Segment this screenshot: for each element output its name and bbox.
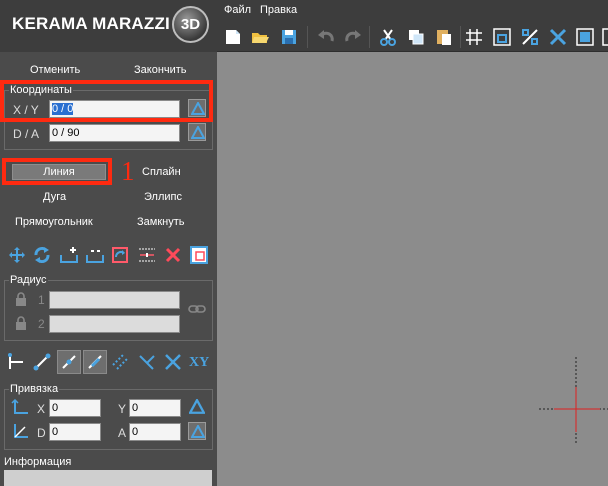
- da-apply-button[interactable]: [188, 123, 206, 141]
- snap-y-input[interactable]: 0: [129, 399, 181, 417]
- cut-icon[interactable]: [378, 27, 398, 47]
- xy-snap-icon[interactable]: XY: [189, 355, 209, 371]
- frame-icon[interactable]: [575, 27, 595, 47]
- move-icon[interactable]: [7, 245, 27, 265]
- copy-icon[interactable]: [406, 27, 426, 47]
- snap-endpoints-icon[interactable]: [32, 352, 52, 372]
- radius-2-input[interactable]: [49, 315, 180, 333]
- highlight-box-coordinates: [0, 80, 213, 122]
- snap-x-label: X: [37, 402, 46, 416]
- save-icon[interactable]: [279, 27, 299, 47]
- triangle-icon: [191, 425, 205, 438]
- undo-icon[interactable]: [316, 27, 336, 47]
- close-icon[interactable]: [548, 27, 568, 47]
- triangle-icon: [191, 126, 205, 139]
- left-panel: KERAMA MARAZZI 3D Отменить Закончить Коо…: [0, 0, 240, 486]
- da-input[interactable]: 0 / 90: [49, 124, 180, 142]
- new-file-icon[interactable]: [223, 27, 243, 47]
- radius-1-input[interactable]: [49, 291, 180, 309]
- snap-perpendicular-icon[interactable]: [6, 352, 26, 372]
- add-point-icon[interactable]: [59, 245, 79, 265]
- open-folder-icon[interactable]: [250, 27, 270, 47]
- info-title: Информация: [4, 456, 72, 468]
- dimension-icon[interactable]: [137, 245, 157, 265]
- toolbar-separator: [307, 26, 308, 48]
- radius-2-label: 2: [38, 317, 45, 331]
- window-icon[interactable]: [189, 245, 209, 265]
- snap-y-label: Y: [118, 402, 127, 416]
- snap-group: [4, 389, 213, 450]
- delete-icon[interactable]: [163, 245, 183, 265]
- toolbar-separator: [369, 26, 370, 48]
- drawing-canvas[interactable]: [217, 52, 608, 486]
- snap-line-icon[interactable]: [83, 350, 107, 374]
- remove-point-icon[interactable]: [85, 245, 105, 265]
- ellipse-button[interactable]: Эллипс: [144, 191, 182, 203]
- radius-title: Радиус: [9, 274, 48, 286]
- finish-button[interactable]: Закончить: [134, 64, 187, 76]
- annotation-number-1: 1: [121, 156, 135, 186]
- radius-1-label: 1: [38, 293, 45, 307]
- arc-button[interactable]: Дуга: [43, 191, 66, 203]
- snap-d-input[interactable]: 0: [49, 423, 101, 441]
- close-shape-button[interactable]: Замкнуть: [137, 216, 184, 228]
- snap-parallel-icon[interactable]: [110, 352, 130, 372]
- spline-button[interactable]: Сплайн: [142, 166, 181, 178]
- grid-icon[interactable]: [464, 27, 484, 47]
- extra-tool-icon[interactable]: [601, 27, 608, 47]
- snap-d-label: D: [37, 426, 46, 440]
- snap-a-input[interactable]: 0: [129, 423, 181, 441]
- axes-angle-icon: [11, 423, 29, 441]
- snap-x-input[interactable]: 0: [49, 399, 101, 417]
- logo-3d-badge: 3D: [172, 6, 209, 43]
- mirror-icon[interactable]: [110, 245, 130, 265]
- snap-midpoint-icon[interactable]: [57, 350, 81, 374]
- menu-file[interactable]: Файл: [224, 4, 251, 16]
- logo-brand: KERAMA MARAZZI: [12, 14, 170, 33]
- info-box: [4, 470, 212, 486]
- toolbar-separator: [460, 26, 461, 48]
- scale-icon[interactable]: [520, 27, 540, 47]
- highlight-box-line: [2, 158, 112, 185]
- redo-icon[interactable]: [343, 27, 363, 47]
- snap-apply-button[interactable]: [188, 422, 206, 440]
- axes-xy-icon: [11, 398, 29, 417]
- undo-button[interactable]: Отменить: [30, 64, 80, 76]
- rotate-icon[interactable]: [32, 245, 52, 265]
- snap-intersection-icon[interactable]: [163, 352, 183, 372]
- snap-a-label: A: [118, 426, 127, 440]
- lock-icon: [15, 316, 27, 330]
- toolbar: [217, 20, 608, 52]
- rectangle-button[interactable]: Прямоугольник: [15, 216, 93, 228]
- logo: KERAMA MARAZZI 3D: [0, 0, 217, 52]
- triangle-icon[interactable]: [188, 397, 206, 415]
- paste-icon[interactable]: [434, 27, 454, 47]
- crosshair-cursor: [539, 357, 608, 444]
- snap-angle-icon[interactable]: [137, 352, 157, 372]
- lock-icon: [15, 292, 27, 306]
- fit-view-icon[interactable]: [492, 27, 512, 47]
- snap-title: Привязка: [9, 383, 60, 395]
- menu-bar: Файл Правка: [217, 0, 608, 20]
- da-label: D / A: [13, 127, 40, 141]
- link-icon[interactable]: [188, 303, 206, 315]
- menu-edit[interactable]: Правка: [260, 4, 297, 16]
